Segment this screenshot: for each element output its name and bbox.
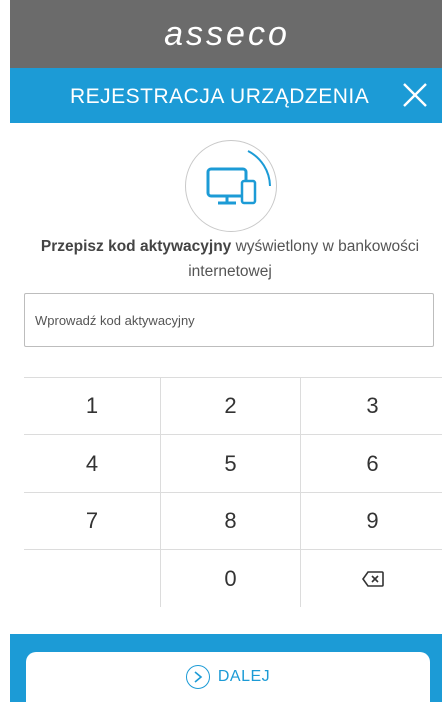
backspace-key[interactable] (301, 550, 442, 607)
numeric-keypad: 1 2 3 4 5 6 7 8 9 0 (24, 377, 442, 607)
backspace-icon (361, 570, 385, 588)
devices-icon (185, 140, 277, 232)
next-button-label: DALEJ (217, 668, 271, 685)
next-button[interactable]: DALEJ (26, 652, 430, 702)
title-bar: REJESTRACJA URZĄDZENIA (10, 68, 442, 123)
brand-logo: asseco (164, 14, 290, 53)
chevron-right-circle-icon (185, 665, 210, 689)
instruction-bold: Przepisz kod aktywacyjny (40, 238, 232, 255)
activation-code-field (24, 293, 434, 347)
bottom-bar: DALEJ (10, 634, 442, 702)
key-5[interactable]: 5 (161, 435, 300, 492)
app-screen: asseco REJESTRACJA URZĄDZENIA Przepisz k… (10, 0, 442, 702)
key-7[interactable]: 7 (24, 493, 160, 549)
key-8[interactable]: 8 (161, 493, 300, 549)
key-9[interactable]: 9 (301, 493, 442, 549)
key-empty (24, 550, 160, 607)
key-1[interactable]: 1 (24, 377, 160, 434)
key-4[interactable]: 4 (24, 435, 160, 492)
instruction-text: Przepisz kod aktywacyjny wyświetlony w b… (22, 234, 438, 284)
key-6[interactable]: 6 (301, 435, 442, 492)
key-0[interactable]: 0 (161, 550, 300, 607)
key-2[interactable]: 2 (161, 377, 300, 434)
page-title: REJESTRACJA URZĄDZENIA (70, 85, 370, 108)
close-icon[interactable] (400, 80, 430, 110)
key-3[interactable]: 3 (301, 377, 442, 434)
activation-code-input[interactable] (25, 294, 433, 346)
brand-bar: asseco (10, 0, 442, 68)
